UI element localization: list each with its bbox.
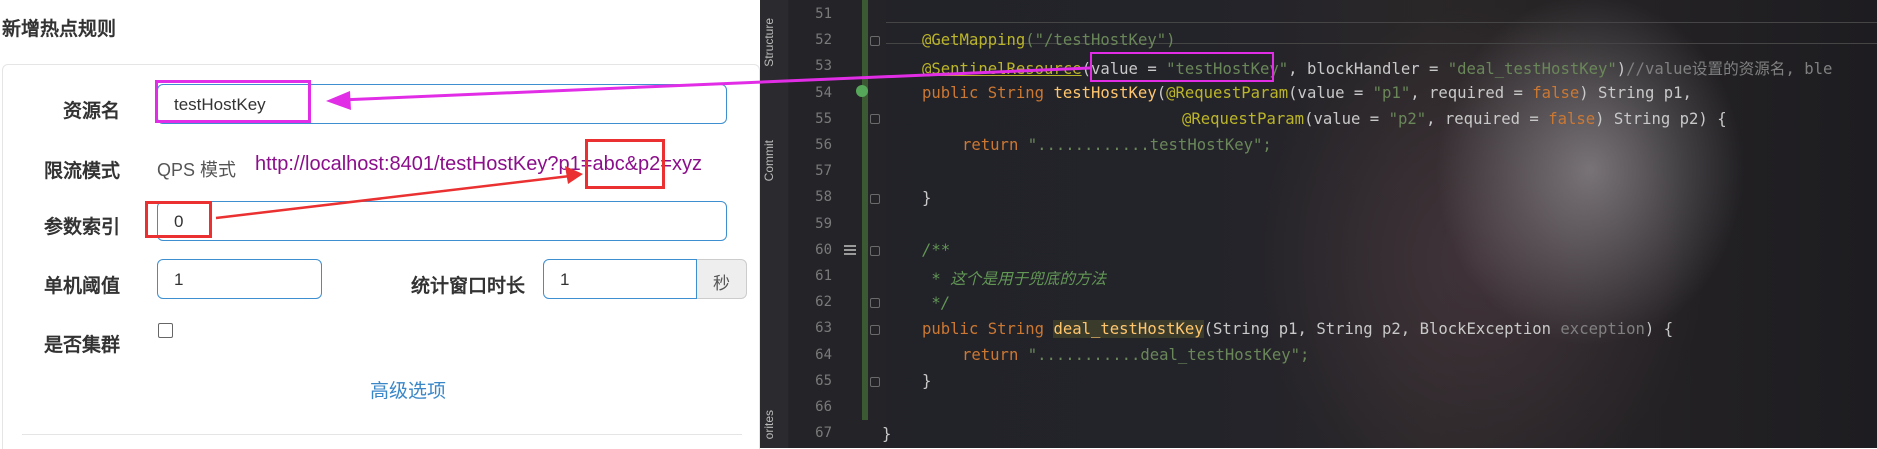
dialog-title: 新增热点规则	[2, 19, 117, 40]
line-number: 57	[815, 163, 832, 180]
code-line-63[interactable]: public String deal_testHostKey(String p1…	[922, 320, 1673, 338]
limit-mode-value: QPS 模式	[157, 160, 237, 180]
code-resource-highlight	[1090, 52, 1274, 82]
window-label: 统计窗口时长	[410, 276, 525, 297]
code-line-65[interactable]: }	[922, 372, 931, 390]
code-text: , blockHandler =	[1288, 60, 1448, 78]
requestparam-annotation: @RequestParam	[1182, 110, 1305, 128]
threshold-input[interactable]: 1	[157, 259, 322, 299]
requestparam-annotation: @RequestParam	[1166, 84, 1289, 102]
threshold-label: 单机阈值	[43, 276, 120, 297]
fold-marker[interactable]	[870, 325, 880, 335]
line-number: 66	[815, 399, 832, 415]
code-keyword: return	[962, 136, 1028, 154]
param-name-string: "p1"	[1372, 84, 1411, 102]
line-number: 65	[815, 372, 832, 389]
tool-window-strip	[760, 0, 789, 448]
line-number: 52	[815, 32, 832, 49]
favorites-tab[interactable]: orites	[762, 410, 776, 439]
fold-marker[interactable]	[870, 246, 880, 256]
limit-mode-label: 限流模式	[43, 161, 120, 182]
ide-editor: Structure Commit orites 51 52 53 54 55 56 57 58…	[760, 0, 1877, 448]
code-keyword: return	[962, 346, 1028, 364]
unused-param: exception	[1560, 320, 1645, 338]
line-number: 60	[815, 241, 832, 258]
code-keyword: false	[1548, 110, 1596, 128]
code-line-62[interactable]: */	[922, 294, 950, 312]
fold-marker[interactable]	[870, 114, 880, 124]
code-text: ) {	[1644, 320, 1674, 338]
line-number: 62	[815, 294, 832, 311]
code-line-53[interactable]: @SentinelResource(value = "testHostKey",…	[922, 57, 1832, 79]
param-name-string: "p2"	[1388, 110, 1427, 128]
getmapping-path: ("/testHostKey")	[1025, 31, 1176, 49]
param-index-input[interactable]: 0	[157, 201, 727, 241]
resource-label: 资源名	[62, 101, 120, 122]
code-line-52[interactable]: @GetMapping("/testHostKey")	[922, 31, 1176, 49]
code-line-60[interactable]: /**	[922, 241, 950, 259]
fold-marker[interactable]	[870, 377, 880, 387]
threshold-value: 1	[174, 270, 184, 289]
method-name: deal_testHostKey	[1053, 320, 1204, 338]
code-keyword: false	[1532, 84, 1580, 102]
line-number: 51	[815, 6, 832, 22]
code-text: (String p1, String p2, BlockException	[1203, 320, 1561, 338]
code-comment: //value设置的资源名, ble	[1626, 60, 1833, 78]
block-handler-string: "deal_testHostKey"	[1447, 60, 1617, 78]
window-input[interactable]: 1	[543, 259, 697, 299]
line-number: 64	[815, 346, 832, 363]
index-highlight	[145, 201, 212, 238]
param-index-label: 参数索引	[43, 217, 120, 238]
advanced-options-link[interactable]: 高级选项	[370, 376, 446, 403]
line-number: 67	[815, 425, 832, 442]
code-text: )	[1616, 60, 1627, 78]
method-name: testHostKey	[1053, 84, 1157, 102]
resource-highlight	[155, 80, 311, 123]
code-text: (value =	[1288, 84, 1373, 102]
line-number: 58	[815, 189, 832, 206]
line-number: 55	[815, 110, 832, 127]
getmapping-annotation: @GetMapping	[922, 31, 1026, 49]
code-text: , required =	[1410, 84, 1533, 102]
rule-dialog: 新增热点规则 资源名 testHostKey 限流模式 QPS 模式 http:…	[0, 0, 760, 449]
code-line-64[interactable]: return "...........deal_testHostKey";	[962, 346, 1309, 364]
code-keyword: public String	[922, 320, 1054, 338]
line-number: 56	[815, 137, 832, 153]
code-text: (	[1156, 84, 1167, 102]
line-number: 61	[815, 268, 832, 284]
form-divider	[22, 434, 742, 435]
code-line-54[interactable]: public String testHostKey(@RequestParam(…	[922, 84, 1692, 102]
line-number: 54	[815, 84, 832, 101]
code-keyword: public String	[922, 84, 1054, 102]
window-unit: 秒	[697, 259, 747, 299]
line-number: 53	[815, 58, 832, 75]
code-text: , required =	[1426, 110, 1549, 128]
code-text: (value =	[1304, 110, 1389, 128]
line-number: 63	[815, 320, 832, 337]
param-highlight	[585, 139, 665, 189]
window-value: 1	[560, 270, 570, 289]
commit-tab[interactable]: Commit	[762, 140, 776, 181]
code-line-56[interactable]: return "............testHostKey";	[962, 136, 1272, 154]
fold-marker[interactable]	[870, 194, 880, 204]
structure-tab[interactable]: Structure	[762, 18, 776, 67]
line-number: 59	[815, 215, 832, 232]
javadoc-icon[interactable]	[844, 245, 856, 255]
cluster-label: 是否集群	[43, 335, 120, 356]
code-line-55[interactable]: @RequestParam(value = "p2", required = f…	[1182, 110, 1727, 128]
return-string: "...........deal_testHostKey";	[1027, 346, 1310, 364]
cluster-checkbox[interactable]	[158, 323, 173, 338]
vcs-change-marker	[862, 0, 868, 420]
code-line-58[interactable]: }	[922, 189, 931, 207]
code-line-67[interactable]: }	[882, 425, 891, 443]
code-text: ) String p1,	[1579, 84, 1692, 102]
code-text: ) String p2) {	[1595, 110, 1727, 128]
run-gutter-icon[interactable]	[856, 85, 868, 97]
sentinel-annotation: @SentinelResource	[922, 60, 1082, 78]
return-string: "............testHostKey";	[1027, 136, 1272, 154]
fold-marker[interactable]	[870, 36, 880, 46]
fold-marker[interactable]	[870, 298, 880, 308]
code-line-61[interactable]: * 这个是用于兜底的方法	[922, 267, 1106, 289]
